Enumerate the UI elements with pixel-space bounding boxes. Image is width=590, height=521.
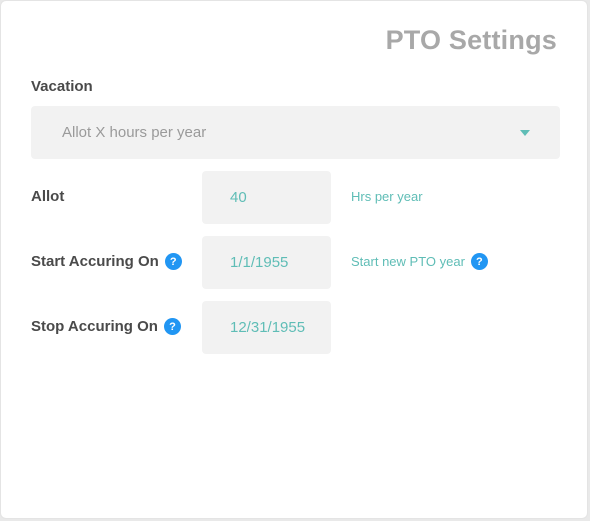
help-icon[interactable]: ? (164, 253, 182, 270)
vacation-policy-value: Allot X hours per year (62, 124, 207, 141)
help-icon[interactable]: ? (470, 253, 488, 270)
stop-accruing-label-text: Stop Accuring On (31, 318, 158, 335)
vacation-label: Vacation (31, 78, 93, 95)
start-accruing-label: Start Accuring On ? (31, 253, 182, 270)
page-title: PTO Settings (385, 25, 557, 55)
pto-settings-panel: PTO Settings Vacation Allot X hours per … (0, 0, 588, 519)
start-pto-year-text[interactable]: Start new PTO year (351, 254, 465, 269)
allot-label-text: Allot (31, 188, 65, 205)
start-accruing-date-input[interactable] (202, 236, 331, 289)
vacation-policy-select[interactable]: Allot X hours per year (31, 106, 560, 159)
allot-hours-input[interactable] (202, 171, 331, 224)
stop-accruing-label: Stop Accuring On ? (31, 318, 181, 335)
allot-unit-text: Hrs per year (351, 189, 423, 204)
stop-accruing-date-input[interactable] (202, 301, 331, 354)
start-pto-year-hint: Start new PTO year ? (351, 253, 488, 270)
help-icon[interactable]: ? (163, 318, 181, 335)
allot-unit-hint: Hrs per year (351, 189, 423, 204)
chevron-down-icon (520, 130, 530, 136)
start-accruing-label-text: Start Accuring On (31, 253, 159, 270)
allot-label: Allot (31, 188, 64, 205)
